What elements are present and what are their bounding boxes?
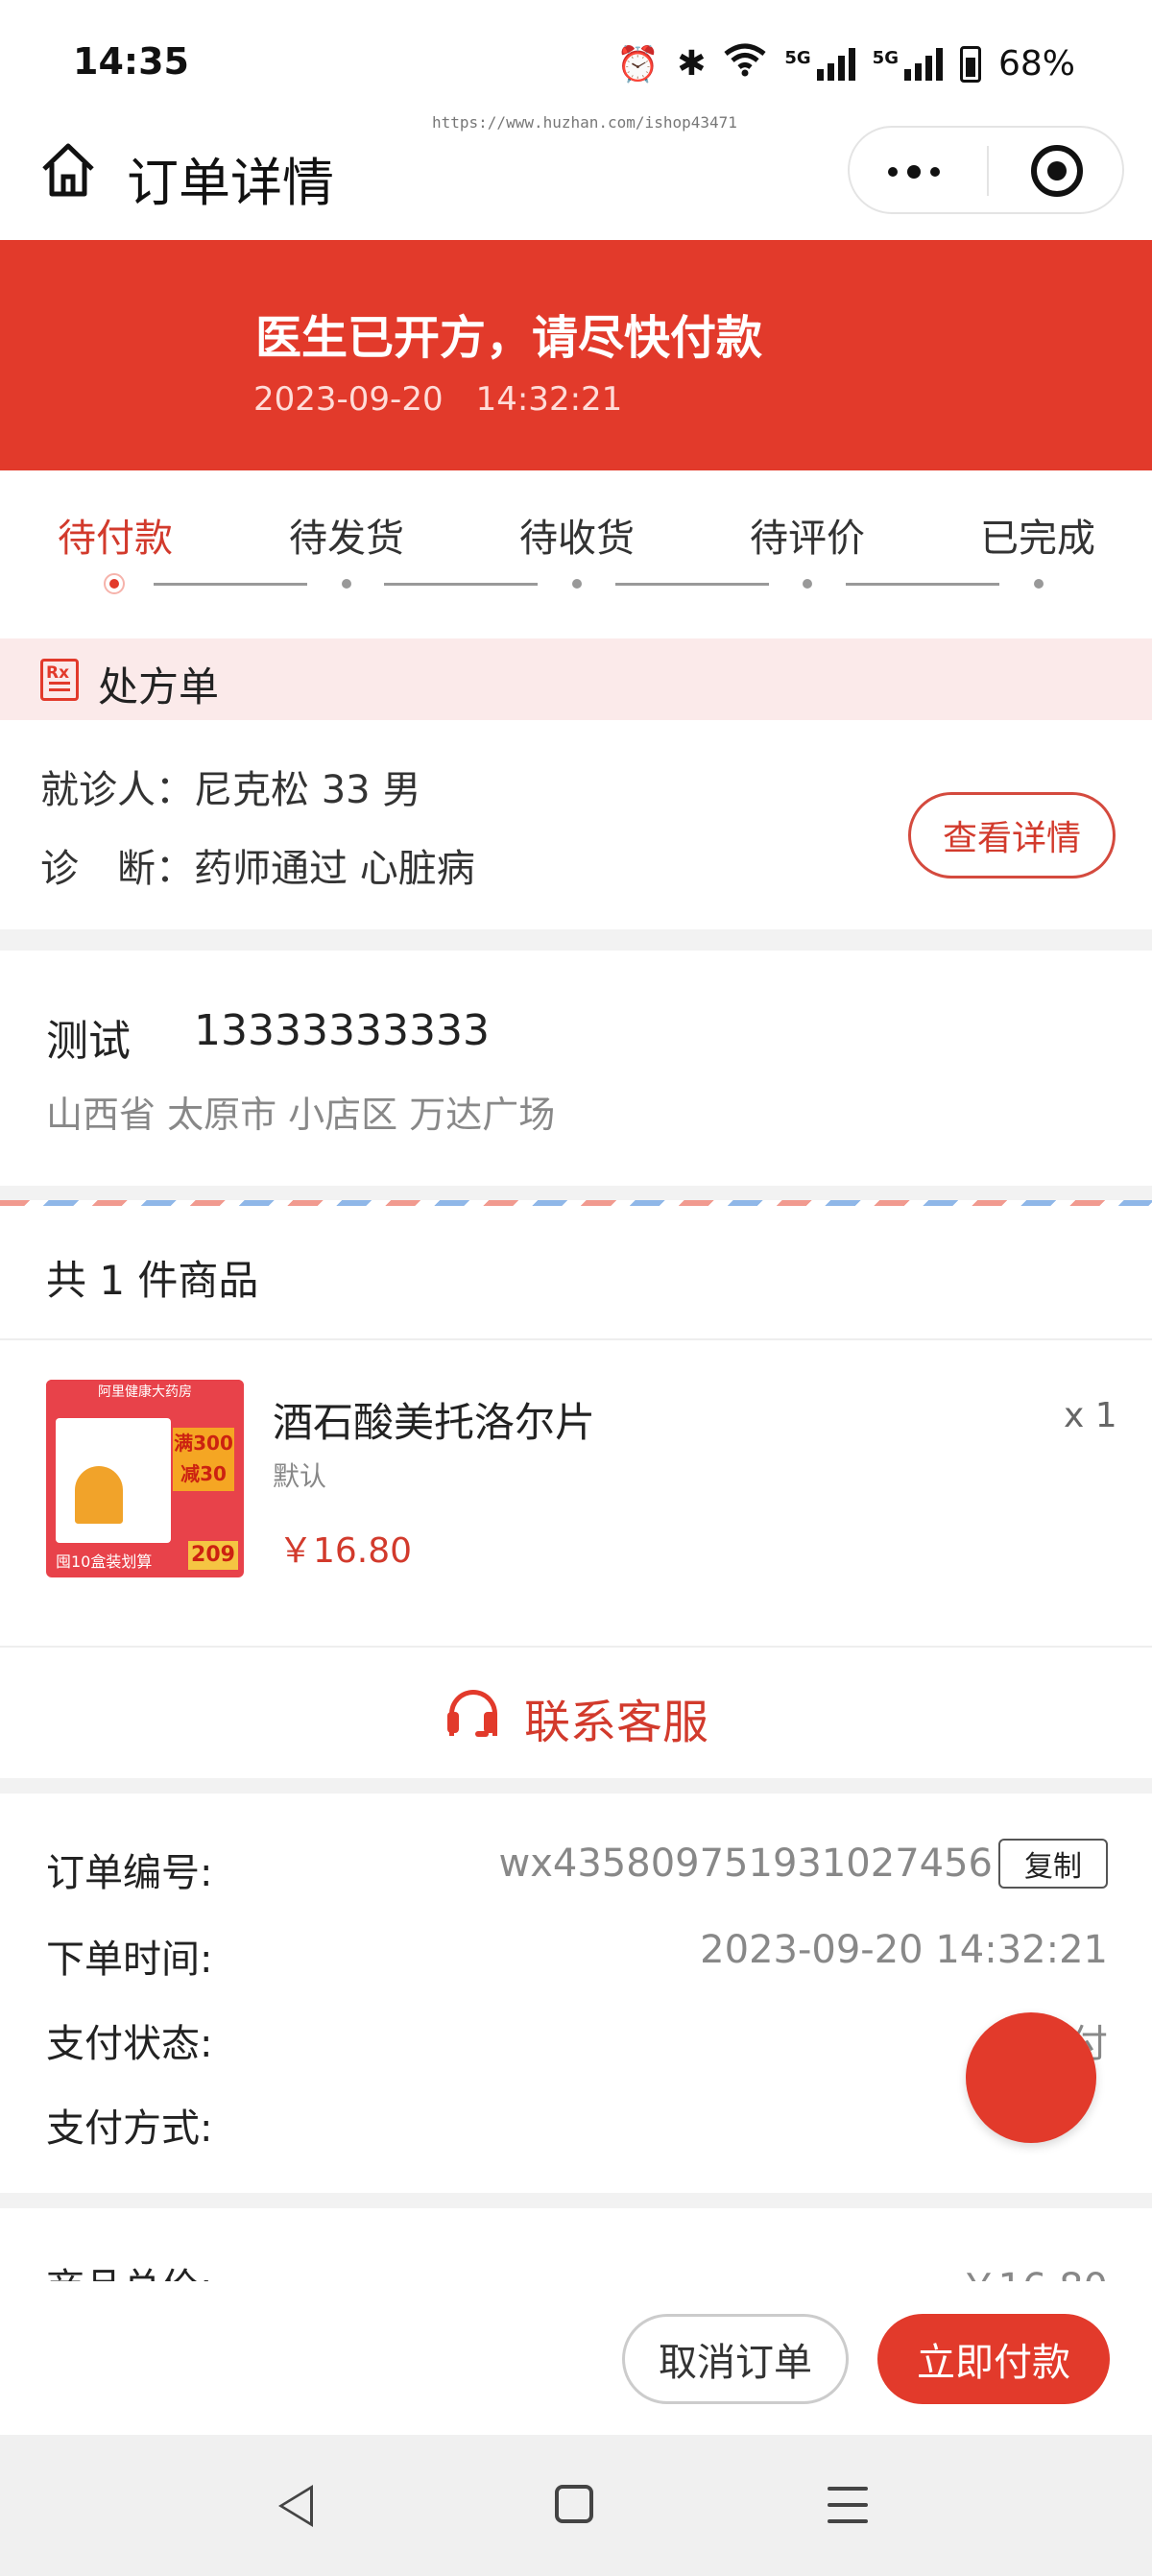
pay-now-button[interactable]: 立即付款 <box>877 2314 1110 2404</box>
headset-icon <box>447 1690 497 1737</box>
network-label: 5G <box>872 47 899 68</box>
back-icon[interactable] <box>278 2485 313 2527</box>
promo-badge: 满300 减30 <box>173 1428 234 1491</box>
signal-icon: 5G <box>872 47 943 81</box>
watermark: https://www.huzhan.com/ishop43471 <box>432 113 737 132</box>
diagnosis-info: 诊 断：药师通过 心脏病 <box>40 847 475 891</box>
step-dot-active <box>104 573 125 594</box>
divider <box>0 1338 1152 1340</box>
step-dot <box>342 579 351 589</box>
patient-info: 就诊人：尼克松 33 男 <box>40 768 421 812</box>
home-square-icon[interactable] <box>555 2485 593 2523</box>
order-number-value: wx435809751931027456 <box>498 1842 993 1886</box>
target-icon[interactable] <box>1031 145 1083 197</box>
cancel-order-button[interactable]: 取消订单 <box>622 2314 849 2404</box>
more-icon[interactable] <box>888 165 940 179</box>
menu-icon[interactable] <box>828 2487 868 2523</box>
step-label-pending-review: 待评价 <box>750 517 865 561</box>
view-detail-button[interactable]: 查看详情 <box>908 792 1116 879</box>
step-label-pending-payment: 待付款 <box>58 517 173 561</box>
status-icons: ⏰ ✱ 5G 5G 68% <box>616 42 1075 85</box>
order-time-value: 2023-09-20 14:32:21 <box>700 1928 1108 1972</box>
product-name[interactable]: 酒石酸美托洛尔片 <box>273 1390 595 1449</box>
address-detail: 山西省 太原市 小店区 万达广场 <box>46 1094 556 1136</box>
step-dot <box>803 579 812 589</box>
step-line <box>615 583 769 586</box>
step-line <box>384 583 538 586</box>
contact-service-label[interactable]: 联系客服 <box>524 1684 708 1751</box>
payment-status-label: 支付状态: <box>46 2022 213 2066</box>
battery-icon <box>959 45 981 83</box>
product-image-price: 209 <box>188 1541 238 1570</box>
alarm-icon: ⏰ <box>616 44 660 84</box>
prescription-title: 处方单 <box>98 663 220 710</box>
recipient-name: 测试 <box>46 1017 131 1066</box>
product-image-footer: 囤10盒装划算 <box>56 1553 153 1571</box>
total-value: ￥16.80 <box>959 2256 1108 2281</box>
step-line <box>154 583 307 586</box>
product-spec: 默认 <box>273 1460 327 1492</box>
total-card: 商品总价: ￥16.80 <box>0 2208 1152 2281</box>
payment-method-label: 支付方式: <box>46 2107 213 2151</box>
capsule-divider <box>987 146 989 196</box>
step-label-completed: 已完成 <box>980 517 1095 561</box>
step-label-pending-receipt: 待收货 <box>519 517 635 561</box>
signal-icon: 5G <box>784 47 855 81</box>
step-line <box>846 583 999 586</box>
bluetooth-icon: ✱ <box>677 44 707 84</box>
banner-time: 2023-09-20 14:32:21 <box>253 380 623 419</box>
floating-action-button[interactable] <box>966 2012 1096 2143</box>
copy-button[interactable]: 复制 <box>998 1839 1108 1889</box>
step-dot <box>1034 579 1044 589</box>
product-box-image <box>56 1418 171 1543</box>
step-dot <box>572 579 582 589</box>
product-image[interactable]: 阿里健康大药房 满300 减30 囤10盒装划算 209 <box>46 1380 244 1577</box>
battery-percent: 68% <box>997 44 1075 84</box>
product-price: ￥16.80 <box>278 1531 413 1571</box>
network-label: 5G <box>784 47 811 68</box>
prescription-icon <box>40 659 79 701</box>
order-number-label: 订单编号: <box>46 1851 213 1895</box>
step-label-pending-shipment: 待发货 <box>289 517 404 561</box>
home-icon[interactable] <box>38 140 98 200</box>
banner-title: 医生已开方，请尽快付款 <box>255 311 763 365</box>
order-time-label: 下单时间: <box>46 1938 213 1982</box>
product-image-header: 阿里健康大药房 <box>46 1380 244 1405</box>
total-label: 商品总价: <box>46 2256 212 2281</box>
address-card[interactable] <box>0 951 1152 1186</box>
recipient-phone: 13333333333 <box>194 1006 490 1055</box>
product-quantity: x 1 <box>1064 1396 1117 1435</box>
wifi-icon <box>723 42 767 85</box>
goods-count: 共 1 件商品 <box>46 1257 259 1304</box>
status-time: 14:35 <box>73 40 189 83</box>
page-title: 订单详情 <box>127 153 334 213</box>
